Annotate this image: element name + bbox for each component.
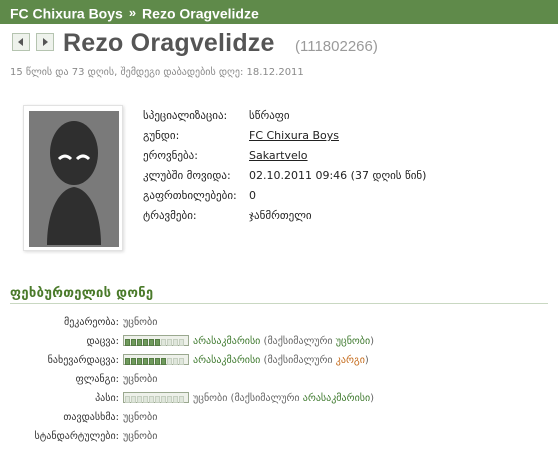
skill-label: მეკარეობა:: [63, 317, 119, 328]
page-title: Rezo Oragvelidze: [63, 29, 275, 57]
skill-row-winger: ფლანგი: უცნობი: [0, 370, 558, 389]
skill-bar-segment: [125, 357, 130, 365]
skill-bar-segment: [137, 338, 142, 346]
skill-bar-segment: [125, 338, 130, 346]
player-info-table: სპეციალიზაცია: სწრაფი გუნდი: FC Chixura Bo…: [143, 106, 426, 226]
skill-max-suffix: ): [370, 336, 375, 347]
skill-bar-segment: [155, 395, 160, 403]
info-row-warnings: გაფრთხილებები: 0: [143, 186, 426, 206]
skill-row-defense: დაცვა: არასაკმარისი (მაქსიმალური უცნობი): [0, 332, 558, 351]
breadcrumb-team-link[interactable]: FC Chixura Boys: [10, 5, 123, 21]
breadcrumb-separator: »: [128, 5, 137, 21]
info-row-specialty: სპეციალიზაცია: სწრაფი: [143, 106, 426, 126]
info-value: სწრაფი: [249, 109, 290, 122]
skill-row-set-pieces: სტანდარტულები: უცნობი: [0, 427, 558, 446]
skill-max-link[interactable]: კარგი: [336, 355, 365, 366]
skills-heading: ფეხბურთელის დონე: [10, 286, 154, 301]
info-label: ტრავმები:: [143, 209, 197, 222]
skill-bar-segment: [179, 357, 184, 365]
avatar: [23, 105, 123, 251]
skill-bar-segment: [179, 395, 184, 403]
skill-label: სტანდარტულები:: [34, 431, 120, 442]
skill-row-scoring: თავდასხმა: უცნობი: [0, 408, 558, 427]
skill-bar-segment: [155, 338, 160, 346]
skill-max-prefix: (მაქსიმალური: [260, 355, 336, 366]
skill-label: ნახევარდაცვა:: [47, 355, 119, 366]
skill-bar-segment: [131, 357, 136, 365]
info-value: 02.10.2011 09:46 (37 დღის წინ): [249, 169, 427, 182]
info-label: გაფრთხილებები:: [143, 189, 237, 202]
skill-bar-segment: [161, 338, 166, 346]
skill-label: თავდასხმა:: [63, 412, 119, 423]
info-label: ეროვნება:: [143, 149, 198, 162]
skill-bar-segment: [143, 338, 148, 346]
info-row-arrived: კლუბში მოვიდა: 02.10.2011 09:46 (37 დღის …: [143, 166, 426, 186]
skill-bar-segment: [161, 395, 166, 403]
skill-bar-segment: [137, 357, 142, 365]
info-value: ჯანმრთელი: [249, 209, 312, 222]
skill-max-link[interactable]: არასაკმარისი: [303, 393, 370, 404]
skill-level-text: უცნობი: [193, 393, 228, 404]
skill-label: ფლანგი:: [75, 374, 119, 385]
skill-bar-segment: [167, 357, 172, 365]
info-value: 0: [249, 189, 256, 202]
info-row-nationality: ეროვნება: Sakartvelo: [143, 146, 426, 166]
skill-max-suffix: ): [364, 355, 369, 366]
skill-level-bar: [123, 334, 189, 346]
skill-bar-segment: [137, 395, 142, 403]
skill-level-bar: [123, 391, 189, 403]
skill-bar-segment: [149, 357, 154, 365]
info-row-injury: ტრავმები: ჯანმრთელი: [143, 206, 426, 226]
player-age: 15 წლის და 73 დღის, შემდეგი დაბადების დღ…: [10, 67, 304, 78]
next-player-button[interactable]: [36, 33, 54, 51]
skill-bar-segment: [173, 338, 178, 346]
skill-label: დაცვა:: [86, 336, 119, 347]
info-label: სპეციალიზაცია:: [143, 109, 228, 122]
skill-row-goalkeeping: მეკარეობა: უცნობი: [0, 313, 558, 332]
skill-value: უცნობი: [123, 374, 158, 385]
skill-level-link[interactable]: არასაკმარისი: [193, 355, 260, 366]
skill-bar-segment: [149, 395, 154, 403]
skill-label: პასი:: [95, 393, 119, 404]
info-row-team: გუნდი: FC Chixura Boys: [143, 126, 426, 146]
skill-bar-segment: [155, 357, 160, 365]
skill-bar-segment: [131, 338, 136, 346]
skill-max-link[interactable]: უცნობი: [336, 336, 370, 347]
skill-bar-segment: [131, 395, 136, 403]
skill-max-prefix: (მაქსიმალური: [260, 336, 336, 347]
arrow-right-icon: [43, 38, 48, 46]
skill-row-midfield: ნახევარდაცვა: არასაკმარისი (მაქსიმალური კ…: [0, 351, 558, 370]
skill-bar-segment: [149, 338, 154, 346]
skill-row-passing: პასი: უცნობი (მაქსიმალური არასაკმარისი): [0, 389, 558, 408]
info-label: კლუბში მოვიდა:: [143, 169, 231, 182]
breadcrumb: FC Chixura Boys » Rezo Oragvelidze: [0, 0, 558, 24]
arrow-left-icon: [18, 38, 23, 46]
skill-max-suffix: ): [370, 393, 375, 404]
skill-bar-segment: [173, 395, 178, 403]
skill-value: უცნობი: [123, 431, 158, 442]
previous-player-button[interactable]: [12, 33, 30, 51]
info-label: გუნდი:: [143, 129, 180, 142]
player-id: (111802266): [295, 38, 378, 55]
nationality-link[interactable]: Sakartvelo: [249, 146, 308, 166]
skill-bar-segment: [179, 338, 184, 346]
skill-level-bar: [123, 353, 189, 365]
skills-list: მეკარეობა: უცნობი დაცვა: არასაკმარისი (მაქ…: [0, 313, 558, 446]
skill-value: უცნობი: [123, 412, 158, 423]
skill-bar-segment: [125, 395, 130, 403]
player-silhouette-icon: [29, 111, 119, 247]
skill-value: უცნობი: [123, 317, 158, 328]
skill-bar-segment: [167, 338, 172, 346]
skill-bar-segment: [161, 357, 166, 365]
skill-level-link[interactable]: არასაკმარისი: [193, 336, 260, 347]
divider: [10, 303, 548, 304]
skill-bar-segment: [173, 357, 178, 365]
skill-bar-segment: [143, 357, 148, 365]
breadcrumb-player: Rezo Oragvelidze: [142, 5, 259, 22]
skill-bar-segment: [167, 395, 172, 403]
team-link[interactable]: FC Chixura Boys: [249, 126, 339, 146]
skill-max-prefix: (მაქსიმალური: [227, 393, 303, 404]
skill-bar-segment: [143, 395, 148, 403]
